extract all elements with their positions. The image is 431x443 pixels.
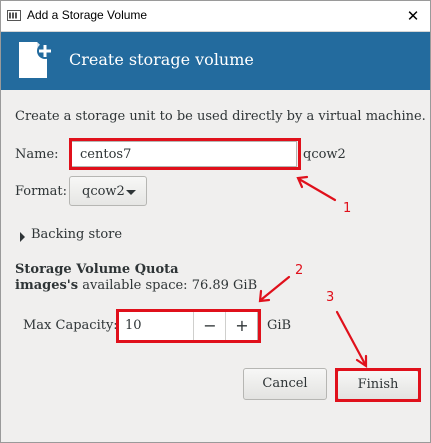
annotation-label-3: 3 (326, 290, 335, 305)
close-icon[interactable]: ✕ (402, 5, 424, 27)
name-input[interactable]: centos7 (71, 141, 297, 167)
arrow-1 (297, 177, 337, 202)
max-capacity-label: Max Capacity: (23, 318, 118, 333)
max-capacity-spinner[interactable]: 10 − + (118, 311, 258, 341)
expander-triangle-icon (20, 232, 25, 242)
header-title: Create storage volume (69, 50, 254, 69)
name-label: Name: (15, 147, 59, 162)
chevron-down-icon (126, 190, 136, 195)
title-bar: Add a Storage Volume ✕ (1, 1, 430, 32)
finish-button[interactable]: Finish (337, 370, 419, 400)
quota-title: Storage Volume Quota (15, 262, 179, 277)
capacity-unit: GiB (267, 318, 292, 333)
increment-button[interactable]: + (225, 312, 258, 340)
virt-manager-app-icon (7, 10, 21, 21)
annotation-label-1: 1 (343, 201, 352, 216)
dialog-header: Create storage volume (1, 32, 430, 90)
pool-name: images's (15, 278, 79, 293)
arrow-2 (260, 275, 291, 301)
name-suffix: qcow2 (303, 147, 346, 162)
arrow-3 (335, 310, 367, 366)
decrement-button[interactable]: − (193, 312, 226, 340)
file-add-icon (19, 42, 53, 78)
description-text: Create a storage unit to be used directl… (15, 109, 426, 124)
max-capacity-input[interactable]: 10 (125, 318, 142, 333)
dialog-window: Add a Storage Volume ✕ Create storage vo… (0, 0, 431, 443)
format-label: Format: (15, 184, 68, 199)
format-selected-value: qcow2 (82, 184, 125, 199)
format-dropdown[interactable]: qcow2 (69, 176, 147, 206)
available-space: images's available space: 76.89 GiB (15, 278, 257, 293)
backing-store-label: Backing store (31, 227, 123, 242)
cancel-button[interactable]: Cancel (243, 368, 327, 400)
annotation-label-2: 2 (295, 263, 304, 278)
window-title: Add a Storage Volume (27, 8, 148, 22)
available-space-text: available space: 76.89 GiB (82, 278, 258, 293)
